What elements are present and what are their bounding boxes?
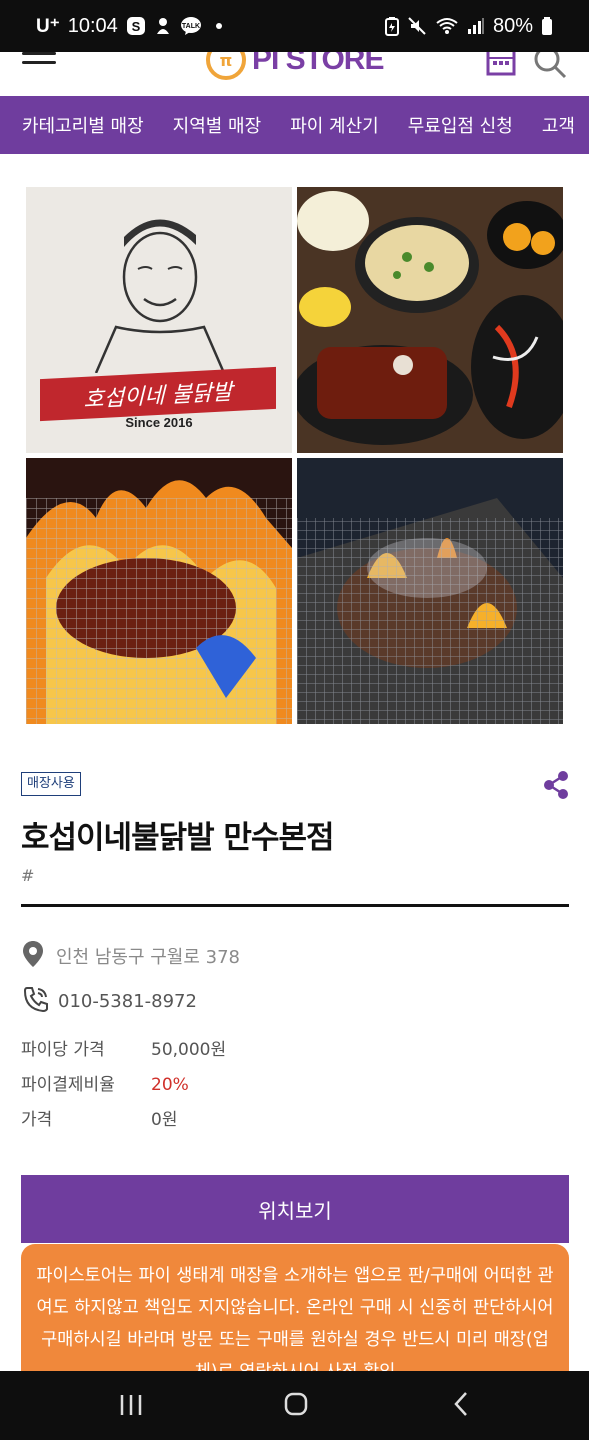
mute-icon (407, 16, 427, 36)
since-text: Since 2016 (125, 415, 193, 430)
hamburger-menu-icon[interactable] (22, 52, 56, 66)
detail-label: 파이결제비율 (21, 1075, 115, 1095)
logo-mark: π (206, 52, 246, 80)
category-nav: 카테고리별 매장 지역별 매장 파이 계산기 무료입점 신청 고객 (0, 96, 589, 154)
detail-label: 가격 (21, 1110, 53, 1130)
store-logo-image: 호섭이네 불닭발 Since 2016 (26, 187, 292, 453)
store-tags: # (21, 866, 35, 885)
app-header: π PI STORE (0, 52, 589, 96)
detail-row-pi-payment-ratio: 파이결제비율 20% (21, 1070, 189, 1095)
store-phone[interactable]: 010-5381-8972 (58, 991, 197, 1012)
nav-item-customer[interactable]: 고객 (542, 112, 575, 138)
pistore-logo[interactable]: π PI STORE (206, 52, 384, 80)
view-location-button[interactable]: 위치보기 (21, 1175, 569, 1243)
nav-item-pi-calculator[interactable]: 파이 계산기 (290, 112, 379, 138)
kakaotalk-icon: TALK (180, 16, 202, 36)
detail-value: 0원 (151, 1110, 178, 1130)
battery-icon (541, 16, 553, 36)
svg-text:TALK: TALK (182, 23, 200, 30)
calendar-icon[interactable] (486, 52, 516, 80)
store-name: 호섭이네불닭발 만수본점 (21, 820, 335, 856)
recent-apps-icon[interactable] (119, 1393, 143, 1421)
battery-percent: 80% (492, 14, 533, 37)
home-icon[interactable] (284, 1391, 308, 1421)
phone-icon (22, 986, 50, 1016)
wifi-icon (435, 16, 459, 36)
search-icon[interactable] (532, 52, 568, 84)
grill-fire-image (297, 458, 563, 724)
logo-banner-text: 호섭이네 불닭발 (40, 366, 276, 422)
dot-icon (215, 23, 222, 29)
nav-item-free-listing[interactable]: 무료입점 신청 (408, 112, 513, 138)
battery-saver-icon (384, 16, 399, 36)
logo-text: PI STORE (252, 52, 384, 76)
svg-text:S: S (131, 19, 140, 34)
status-bar-left: U⁺ 10:04 S TALK (36, 15, 222, 38)
signal-icon (467, 17, 485, 35)
phone-row[interactable]: 010-5381-8972 (22, 986, 197, 1016)
carrier-label: U⁺ (36, 15, 60, 37)
clock: 10:04 (67, 14, 118, 37)
detail-value: 50,000원 (151, 1040, 227, 1060)
location-pin-icon (22, 940, 44, 972)
store-address: 인천 남동구 구월로 378 (56, 947, 241, 968)
detail-value: 20% (151, 1075, 189, 1095)
samsung-s-icon: S (126, 16, 146, 36)
system-nav-bar (0, 1371, 589, 1440)
nav-item-category-stores[interactable]: 카테고리별 매장 (22, 112, 144, 138)
detail-row-pi-price: 파이당 가격 50,000원 (21, 1035, 226, 1060)
store-image-gallery[interactable]: 호섭이네 불닭발 Since 2016 (26, 187, 565, 725)
notification-icon (154, 16, 172, 36)
nav-item-region-stores[interactable]: 지역별 매장 (173, 112, 262, 138)
store-type-badge: 매장사용 (21, 772, 81, 796)
title-divider (21, 904, 569, 907)
status-bar: U⁺ 10:04 S TALK 80% (0, 0, 589, 52)
detail-row-price: 가격 0원 (21, 1105, 177, 1130)
share-icon[interactable] (541, 770, 571, 804)
detail-label: 파이당 가격 (21, 1040, 105, 1060)
grilling-chicken-feet-image (26, 458, 292, 724)
address-row: 인천 남동구 구월로 378 (22, 940, 240, 972)
food-dishes-image (297, 187, 563, 453)
status-bar-right: 80% (384, 14, 553, 38)
back-icon[interactable] (452, 1391, 470, 1421)
